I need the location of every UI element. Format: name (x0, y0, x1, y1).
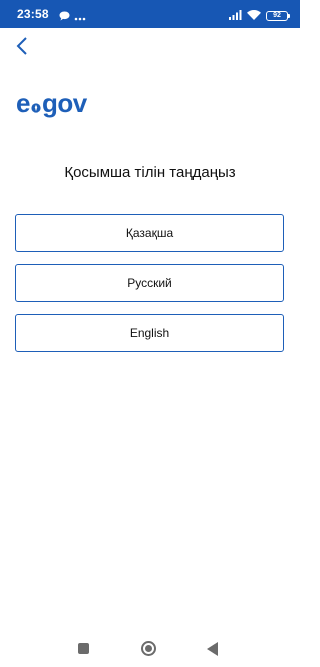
home-circle-icon[interactable] (141, 641, 156, 656)
language-button-english[interactable]: English (15, 314, 284, 352)
status-system-icons: 92 (229, 7, 290, 25)
status-notification-icons (59, 8, 86, 26)
status-bar: 23:58 92 (0, 0, 300, 28)
egov-logo: e gov (16, 88, 87, 118)
recents-square-icon[interactable] (78, 643, 89, 654)
chat-bubble-icon (59, 8, 70, 26)
battery-level: 92 (273, 12, 281, 19)
wifi-icon (247, 7, 261, 25)
language-label: Русский (127, 276, 172, 290)
language-button-kazakh[interactable]: Қазақша (15, 214, 284, 252)
signal-icon (229, 7, 242, 25)
system-navigation-bar (0, 628, 300, 667)
logo-emblem-icon (31, 89, 41, 113)
logo-suffix: gov (41, 88, 87, 118)
battery-icon: 92 (266, 11, 290, 21)
language-label: English (129, 326, 170, 340)
status-time: 23:58 (17, 7, 49, 21)
home-inner-dot (145, 645, 152, 652)
page-title: Қосымша тілін таңдаңыз (64, 164, 236, 181)
language-button-russian[interactable]: Русский (15, 264, 284, 302)
back-triangle-icon[interactable] (207, 642, 218, 656)
back-button[interactable] (8, 34, 36, 62)
more-dots-icon (74, 8, 86, 26)
chevron-left-icon (16, 36, 28, 60)
language-label: Қазақша (125, 226, 174, 240)
logo-prefix: e (16, 88, 30, 118)
